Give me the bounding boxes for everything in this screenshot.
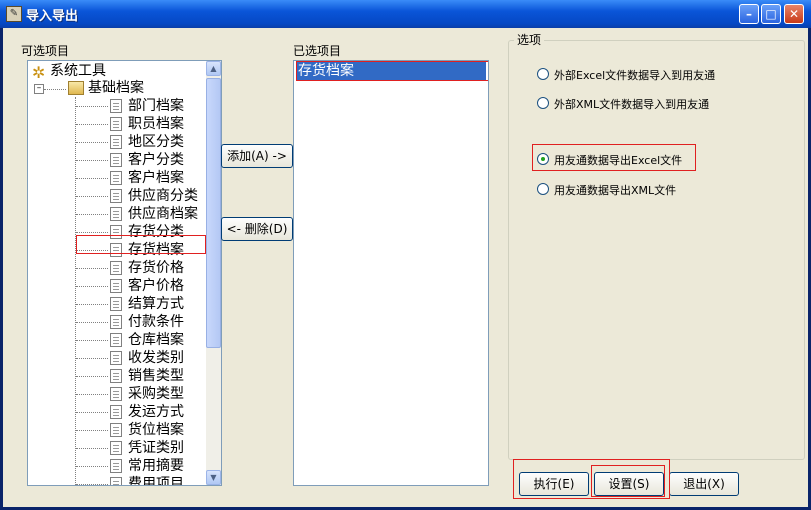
tree-line bbox=[76, 286, 108, 287]
radio-import-xml[interactable] bbox=[537, 97, 549, 109]
tree-line bbox=[76, 376, 108, 377]
gear-icon: ✲ bbox=[32, 63, 46, 82]
document-icon bbox=[110, 333, 122, 347]
tree-line bbox=[76, 322, 108, 323]
tree-item[interactable]: 常用摘要 bbox=[128, 457, 184, 475]
document-icon bbox=[110, 315, 122, 329]
tree-line bbox=[76, 412, 108, 413]
tree-line bbox=[76, 466, 108, 467]
delete-button[interactable]: <- 删除(D) bbox=[221, 217, 293, 241]
document-icon bbox=[110, 261, 122, 275]
title-bar[interactable]: ✎ 导入导出 – □ ✕ bbox=[0, 0, 811, 28]
document-icon bbox=[110, 369, 122, 383]
document-icon bbox=[110, 351, 122, 365]
document-icon bbox=[110, 171, 122, 185]
tree-line bbox=[76, 214, 108, 215]
tree-item[interactable]: 仓库档案 bbox=[128, 331, 184, 349]
radio-import-xml-label[interactable]: 外部XML文件数据导入到用友通 bbox=[554, 96, 709, 112]
document-icon bbox=[110, 387, 122, 401]
tree-item[interactable]: 存货价格 bbox=[128, 259, 184, 277]
tree-item[interactable]: 职员档案 bbox=[128, 115, 184, 133]
selected-items-label: 已选项目 bbox=[293, 44, 342, 58]
document-icon bbox=[110, 279, 122, 293]
document-icon bbox=[110, 207, 122, 221]
tree-line bbox=[76, 340, 108, 341]
document-icon bbox=[110, 477, 122, 485]
tree-line bbox=[76, 196, 108, 197]
dialog-body: 可选项目 ✲ 系统工具 – 基础档案 部门档案 职员档案 地区分类 客户分类 客户档案供… bbox=[3, 28, 808, 507]
tree-line bbox=[76, 268, 108, 269]
tree-item[interactable]: 客户分类 bbox=[128, 151, 184, 169]
tree-line bbox=[76, 484, 108, 485]
tree-line bbox=[76, 394, 108, 395]
tree-line bbox=[76, 106, 108, 107]
available-items-label: 可选项目 bbox=[21, 44, 70, 58]
selected-item-highlight-box bbox=[296, 61, 488, 81]
tree-line bbox=[44, 89, 66, 90]
tree-item[interactable]: 付款条件 bbox=[128, 313, 184, 331]
tree-item[interactable]: 供应商档案 bbox=[128, 205, 198, 223]
options-label: 选项 bbox=[514, 31, 545, 48]
tree-line bbox=[76, 124, 108, 125]
tree-line bbox=[76, 142, 108, 143]
document-icon bbox=[110, 423, 122, 437]
maximize-button[interactable]: □ bbox=[761, 4, 781, 24]
document-icon bbox=[110, 117, 122, 131]
tree-item[interactable]: 地区分类 bbox=[128, 133, 184, 151]
minimize-button[interactable]: – bbox=[739, 4, 759, 24]
tree-item[interactable]: 客户档案 bbox=[128, 169, 184, 187]
tree-item[interactable]: 部门档案 bbox=[128, 97, 184, 115]
add-button[interactable]: 添加(A) -> bbox=[221, 144, 293, 168]
radio-export-xml[interactable] bbox=[537, 183, 549, 195]
available-items-tree[interactable]: ✲ 系统工具 – 基础档案 部门档案 职员档案 地区分类 客户分类 客户档案 供应商分类供… bbox=[27, 60, 222, 486]
tree-line bbox=[76, 178, 108, 179]
document-icon bbox=[110, 153, 122, 167]
collapse-icon: – bbox=[34, 84, 44, 94]
tree-folder-base-archives[interactable]: 基础档案 bbox=[88, 79, 144, 97]
tree-line bbox=[76, 358, 108, 359]
tree-line bbox=[76, 430, 108, 431]
tree-line bbox=[75, 97, 76, 485]
radio-import-excel-label[interactable]: 外部Excel文件数据导入到用友通 bbox=[554, 67, 715, 83]
document-icon bbox=[110, 189, 122, 203]
document-icon bbox=[110, 441, 122, 455]
document-icon bbox=[110, 459, 122, 473]
app-icon: ✎ bbox=[6, 6, 22, 22]
selection-highlight-box bbox=[76, 235, 206, 254]
document-icon bbox=[110, 405, 122, 419]
document-icon bbox=[110, 297, 122, 311]
scroll-thumb[interactable] bbox=[206, 78, 221, 348]
tree-line bbox=[76, 160, 108, 161]
radio-import-excel[interactable] bbox=[537, 68, 549, 80]
tree-item[interactable]: 货位档案 bbox=[128, 421, 184, 439]
radio-export-xml-label[interactable]: 用友通数据导出XML文件 bbox=[554, 182, 676, 198]
tree-item[interactable]: 收发类别 bbox=[128, 349, 184, 367]
tree-line bbox=[76, 448, 108, 449]
tree-scrollbar[interactable]: ▲ ▼ bbox=[206, 61, 221, 485]
export-excel-highlight-box bbox=[532, 144, 696, 171]
close-button[interactable]: ✕ bbox=[784, 4, 804, 24]
document-icon bbox=[110, 135, 122, 149]
selected-items-list[interactable]: 存货档案 bbox=[293, 60, 489, 486]
tree-item[interactable]: 费用项目 bbox=[128, 475, 184, 485]
tree-root-system-tools[interactable]: 系统工具 bbox=[50, 62, 106, 80]
settings-highlight-box bbox=[591, 465, 665, 497]
tree-line bbox=[76, 232, 108, 233]
tree-item[interactable]: 结算方式 bbox=[128, 295, 184, 313]
scroll-down-icon[interactable]: ▼ bbox=[206, 470, 221, 485]
document-icon bbox=[110, 99, 122, 113]
folder-icon bbox=[68, 81, 84, 95]
exit-button[interactable]: 退出(X) bbox=[669, 472, 739, 496]
scroll-up-icon[interactable]: ▲ bbox=[206, 61, 221, 76]
tree-item[interactable]: 供应商分类 bbox=[128, 187, 198, 205]
tree-item[interactable]: 销售类型 bbox=[128, 367, 184, 385]
tree-item[interactable]: 发运方式 bbox=[128, 403, 184, 421]
import-export-window: ✎ 导入导出 – □ ✕ 可选项目 ✲ 系统工具 – 基础档案 部门档案 职员档案… bbox=[0, 0, 811, 510]
tree-item[interactable]: 凭证类别 bbox=[128, 439, 184, 457]
tree-item[interactable]: 采购类型 bbox=[128, 385, 184, 403]
window-title: 导入导出 bbox=[26, 9, 79, 24]
tree-line bbox=[76, 304, 108, 305]
tree-item[interactable]: 客户价格 bbox=[128, 277, 184, 295]
